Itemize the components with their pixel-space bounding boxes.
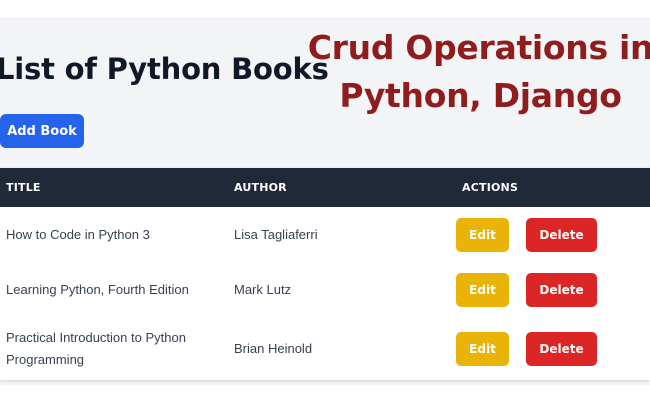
books-table-container: TITLE AUTHOR ACTIONS How to Code in Pyth… — [0, 168, 650, 380]
table-body: How to Code in Python 3 Lisa Tagliaferri… — [0, 207, 650, 380]
table-row: How to Code in Python 3 Lisa Tagliaferri… — [0, 207, 650, 262]
books-table: TITLE AUTHOR ACTIONS How to Code in Pyth… — [0, 168, 650, 380]
book-title-cell: Learning Python, Fourth Edition — [6, 281, 189, 297]
actions-cell: Edit Delete — [456, 317, 650, 380]
overlay-title-line-2: Python, Django — [339, 76, 622, 115]
table-header: TITLE AUTHOR ACTIONS — [0, 168, 650, 207]
page-title: List of Python Books — [0, 52, 329, 86]
table-row: Practical Introduction to Python Program… — [0, 317, 650, 380]
header-author: AUTHOR — [234, 181, 287, 194]
edit-button[interactable]: Edit — [456, 331, 509, 366]
overlay-title: Crud Operations in Python, Django — [303, 24, 650, 120]
header-actions: ACTIONS — [462, 181, 519, 194]
book-author-cell: Lisa Tagliaferri — [234, 226, 318, 242]
actions-cell: Edit Delete — [456, 262, 650, 317]
book-author-cell: Mark Lutz — [234, 281, 292, 297]
delete-button[interactable]: Delete — [526, 217, 597, 252]
delete-button[interactable]: Delete — [526, 331, 597, 366]
add-book-button[interactable]: Add Book — [0, 114, 84, 148]
table-row: Learning Python, Fourth Edition Mark Lut… — [0, 262, 650, 317]
book-author-cell: Brian Heinold — [234, 340, 313, 356]
book-title-cell: How to Code in Python 3 — [6, 226, 150, 242]
actions-cell: Edit Delete — [456, 207, 650, 262]
edit-button[interactable]: Edit — [456, 217, 509, 252]
table-header-row: TITLE AUTHOR ACTIONS — [0, 168, 650, 207]
book-title-cell: Practical Introduction to Python Program… — [6, 329, 186, 367]
header-title: TITLE — [6, 181, 41, 194]
overlay-title-line-1: Crud Operations in — [307, 28, 650, 67]
edit-button[interactable]: Edit — [456, 272, 509, 307]
delete-button[interactable]: Delete — [526, 272, 597, 307]
